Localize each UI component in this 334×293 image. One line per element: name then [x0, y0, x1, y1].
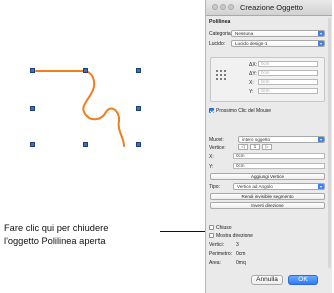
reference-point-icon[interactable]	[224, 78, 226, 80]
y-field[interactable]: 0cm	[258, 88, 318, 94]
callout-text: Fare clic qui per chiudere l'oggetto Pol…	[4, 222, 108, 248]
selection-handle-icon[interactable]	[83, 142, 88, 147]
reference-point-icon[interactable]	[224, 70, 226, 72]
selection-handle-icon[interactable]	[83, 68, 88, 73]
section-title: Polilinea	[209, 19, 231, 25]
vertices-value: 3	[236, 242, 239, 248]
vertex-next-button[interactable]: ▷	[262, 144, 272, 150]
scrollbar[interactable]	[328, 18, 331, 268]
show-direction-checkbox[interactable]	[209, 233, 214, 238]
callout-leader-line	[160, 231, 206, 232]
lucido-value: Lucido design-1	[235, 41, 268, 46]
zoom-window-icon[interactable]	[228, 4, 234, 10]
minimize-window-icon[interactable]	[220, 4, 226, 10]
type-select[interactable]: Vertice ad Angolo ▾	[233, 183, 325, 190]
next-click-label: Prossimo Clic del Mouse	[216, 108, 272, 114]
chevron-down-icon: ▾	[318, 41, 324, 46]
reference-point-icon[interactable]	[216, 70, 218, 72]
callout-line-2: l'oggetto Polilinea aperta	[4, 236, 106, 246]
area-label: Area:	[209, 260, 221, 266]
dy-field[interactable]: 0cm	[258, 70, 318, 76]
area-value: 0mq	[236, 260, 246, 266]
x-field[interactable]: 0cm	[258, 79, 318, 85]
reference-point-icon[interactable]	[220, 70, 222, 72]
add-vertex-button[interactable]: Aggiungi Vertice	[210, 173, 325, 180]
callout-line-1: Fare clic qui per chiudere	[4, 223, 109, 233]
move-select[interactable]: intero oggetto ▾	[238, 136, 325, 143]
move-label: Muovi:	[209, 137, 224, 143]
title-bar: Creazione Oggetto	[206, 0, 332, 16]
chevron-down-icon: ▾	[318, 184, 324, 189]
create-object-dialog: Creazione Oggetto Polilinea Categoria: N…	[205, 0, 332, 293]
close-window-icon[interactable]	[212, 4, 218, 10]
y-label: Y:	[249, 89, 254, 95]
reference-point-icon[interactable]	[220, 78, 222, 80]
lucido-label: Lucido:	[209, 41, 226, 47]
closed-checkbox[interactable]	[209, 225, 214, 230]
selection-handle-icon[interactable]	[136, 68, 141, 73]
window-title: Creazione Oggetto	[240, 3, 303, 12]
dy-label: ΔY:	[249, 71, 257, 77]
selection-handle-icon[interactable]	[30, 68, 35, 73]
ok-button[interactable]: OK	[288, 275, 318, 285]
cancel-button[interactable]: Annulla	[251, 275, 283, 285]
vertex-number-field[interactable]: 1	[250, 144, 260, 150]
make-invisible-segment-button[interactable]: Rendi invisibile segmento	[210, 193, 325, 200]
selection-handle-icon[interactable]	[30, 142, 35, 147]
x-label: X:	[249, 80, 254, 86]
lucido-select[interactable]: Lucido design-1 ▾	[231, 40, 325, 47]
dx-label: ΔX:	[249, 62, 258, 68]
move-value: intero oggetto	[242, 137, 271, 142]
category-select[interactable]: Nessuna ▾	[231, 30, 325, 37]
reference-point-icon[interactable]	[224, 74, 226, 76]
next-click-checkbox[interactable]	[209, 108, 214, 113]
vertices-label: Vertici:	[209, 242, 225, 248]
vertex-label: Vertice:	[209, 145, 226, 151]
vertex-prev-button[interactable]: ◁	[238, 144, 248, 150]
polyline-curve[interactable]	[0, 0, 200, 210]
chevron-down-icon: ▾	[318, 31, 324, 36]
type-label: Tipo:	[209, 184, 220, 190]
reverse-direction-button[interactable]: Inverti direzione	[210, 202, 325, 209]
vertex-y-field[interactable]: 0cm	[233, 163, 325, 169]
reference-point-selected-icon[interactable]	[220, 74, 222, 76]
reference-point-icon[interactable]	[216, 74, 218, 76]
drawing-area[interactable]	[0, 0, 200, 210]
type-value: Vertice ad Angolo	[237, 184, 273, 189]
reference-point-icon[interactable]	[216, 78, 218, 80]
closed-label: Chiuso	[216, 225, 232, 231]
category-value: Nessuna	[235, 31, 254, 36]
vertex-y-label: Y:	[209, 164, 214, 170]
category-label: Categoria:	[209, 31, 233, 37]
show-direction-label: Mostra direzione	[216, 233, 253, 239]
vertex-x-label: X:	[209, 154, 214, 160]
selection-handle-icon[interactable]	[136, 106, 141, 111]
perimeter-label: Perimetro:	[209, 251, 233, 257]
selection-handle-icon[interactable]	[30, 106, 35, 111]
perimeter-value: 0cm	[236, 251, 246, 257]
selection-handle-icon[interactable]	[136, 142, 141, 147]
dx-field[interactable]: 0cm	[258, 61, 318, 67]
position-box: ΔX: 0cm ΔY: 0cm X: 0cm Y: 0cm	[210, 57, 325, 102]
chevron-down-icon: ▾	[318, 137, 324, 142]
vertex-x-field[interactable]: 0cm	[233, 153, 325, 159]
